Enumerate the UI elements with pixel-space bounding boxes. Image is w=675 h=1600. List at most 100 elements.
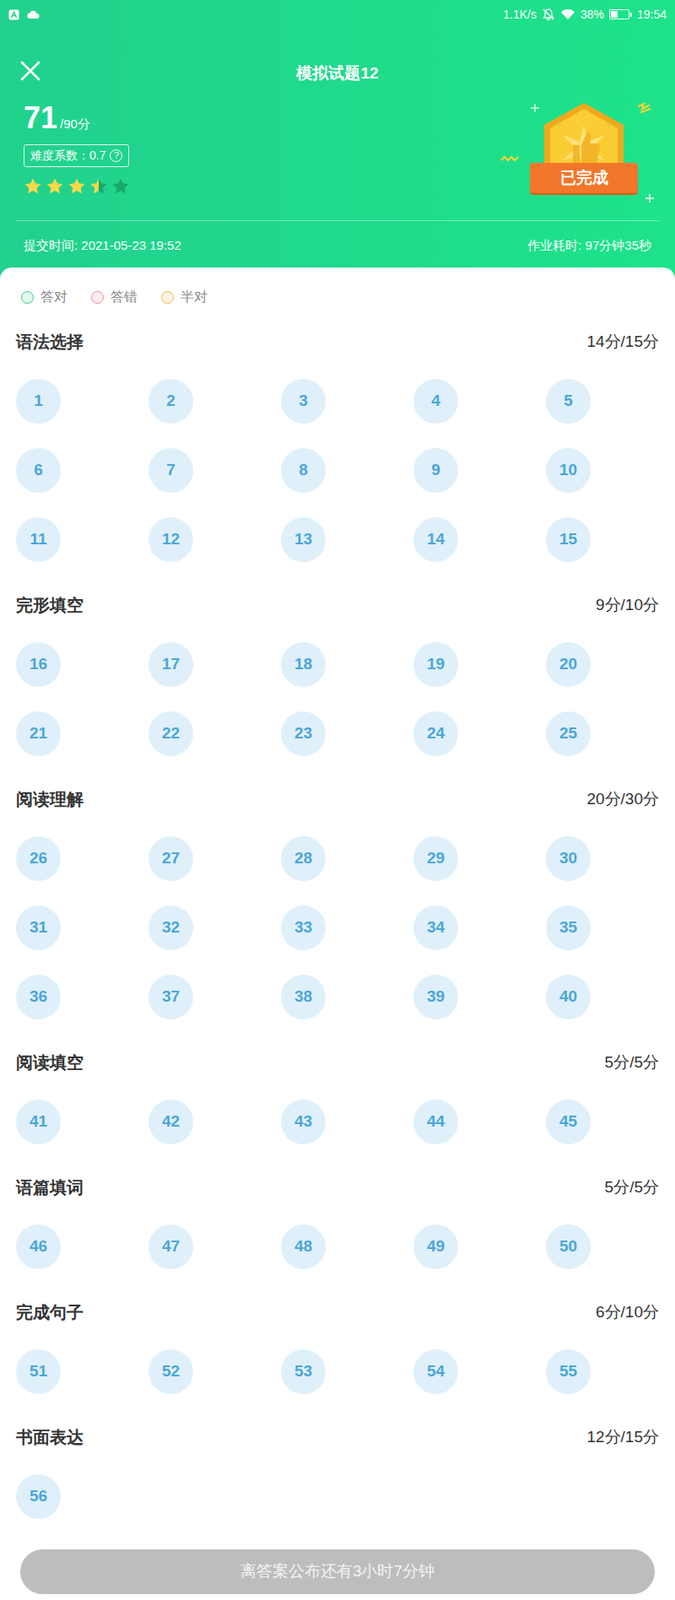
section-score: 12分/15分 xyxy=(586,1426,659,1448)
question-button[interactable]: 18 xyxy=(280,642,326,687)
question-button[interactable]: 26 xyxy=(16,836,61,881)
question-button[interactable]: 43 xyxy=(280,1099,326,1145)
section-title: 语法选择 xyxy=(16,331,84,352)
question-button[interactable]: 33 xyxy=(280,905,326,951)
question-button[interactable]: 23 xyxy=(280,711,326,756)
question-button[interactable]: 53 xyxy=(280,1349,326,1394)
section-score: 5分/5分 xyxy=(604,1052,659,1073)
question-button[interactable]: 47 xyxy=(148,1224,194,1269)
section-title: 语篇填词 xyxy=(16,1177,84,1198)
wifi-icon xyxy=(560,8,576,21)
question-button[interactable]: 16 xyxy=(16,642,61,687)
sparkle-icon xyxy=(637,101,653,115)
question-button[interactable]: 1 xyxy=(16,378,61,424)
close-button[interactable] xyxy=(18,59,43,89)
question-section: 语篇填词5分/5分4647484950 xyxy=(16,1177,659,1269)
section-title: 完成句子 xyxy=(16,1301,84,1323)
sparkle-icon xyxy=(645,194,654,203)
legend-dot xyxy=(21,291,34,304)
section-title: 阅读理解 xyxy=(16,788,84,810)
question-button[interactable]: 41 xyxy=(16,1099,61,1145)
answer-release-button[interactable]: 离答案公布还有3小时7分钟 xyxy=(20,1549,655,1594)
question-button[interactable]: 32 xyxy=(148,905,194,951)
section-score: 9分/10分 xyxy=(595,594,659,616)
help-button[interactable]: ? xyxy=(109,149,123,162)
difficulty-box: 难度系数：0.7? xyxy=(23,144,130,168)
question-button[interactable]: 37 xyxy=(148,974,194,1020)
question-button[interactable]: 14 xyxy=(413,517,459,562)
question-button[interactable]: 11 xyxy=(16,517,61,562)
mute-icon xyxy=(541,7,556,22)
close-icon xyxy=(18,59,43,83)
question-button[interactable]: 30 xyxy=(545,836,591,881)
question-button[interactable]: 7 xyxy=(148,448,194,493)
divider xyxy=(16,220,659,222)
question-button[interactable]: 28 xyxy=(280,836,326,881)
question-button[interactable]: 24 xyxy=(413,711,459,756)
section-score: 6分/10分 xyxy=(595,1301,659,1323)
status-bar: 1.1K/s38%19:54 xyxy=(0,0,675,29)
question-button[interactable]: 12 xyxy=(148,517,194,562)
notification-icon xyxy=(8,9,20,21)
cloud-icon xyxy=(26,9,40,20)
question-button[interactable]: 5 xyxy=(545,378,591,424)
star-icon xyxy=(23,177,43,196)
question-button[interactable]: 8 xyxy=(280,448,326,493)
question-button[interactable]: 56 xyxy=(16,1474,61,1519)
question-button[interactable]: 48 xyxy=(280,1224,326,1269)
question-button[interactable]: 51 xyxy=(16,1349,61,1394)
question-button[interactable]: 10 xyxy=(545,448,591,493)
network-speed: 1.1K/s xyxy=(502,5,537,24)
question-button[interactable]: 36 xyxy=(16,974,61,1020)
question-button[interactable]: 15 xyxy=(545,517,591,562)
question-button[interactable]: 3 xyxy=(280,378,326,424)
submit-time: 提交时间: 2021-05-23 19:52 xyxy=(23,237,182,254)
question-button[interactable]: 46 xyxy=(16,1224,61,1269)
section-title: 阅读填空 xyxy=(16,1052,84,1073)
question-button[interactable]: 20 xyxy=(545,642,591,687)
question-button[interactable]: 21 xyxy=(16,711,61,756)
question-button[interactable]: 39 xyxy=(413,974,459,1020)
star-icon xyxy=(45,177,65,196)
score: 71 xyxy=(23,101,58,135)
legend-item: 半对 xyxy=(161,286,208,308)
question-button[interactable]: 9 xyxy=(413,448,459,493)
question-button[interactable]: 42 xyxy=(148,1099,194,1145)
question-button[interactable]: 29 xyxy=(413,836,459,881)
header: 1.1K/s38%19:54模拟试题1271/90分难度系数：0.7?已完成提交… xyxy=(0,0,675,280)
question-button[interactable]: 2 xyxy=(148,378,194,424)
question-button[interactable]: 22 xyxy=(148,711,194,756)
star-icon xyxy=(89,177,108,196)
legend-dot xyxy=(91,291,104,304)
section-title: 书面表达 xyxy=(16,1426,84,1448)
question-button[interactable]: 44 xyxy=(413,1099,459,1145)
question-button[interactable]: 38 xyxy=(280,974,326,1020)
legend-item: 答错 xyxy=(91,286,138,308)
completed-badge: 已完成 xyxy=(498,101,659,207)
question-button[interactable]: 45 xyxy=(545,1099,591,1145)
question-button[interactable]: 31 xyxy=(16,905,61,951)
clock: 19:54 xyxy=(637,5,667,24)
question-button[interactable]: 54 xyxy=(413,1349,459,1394)
question-button[interactable]: 19 xyxy=(413,642,459,687)
question-button[interactable]: 49 xyxy=(413,1224,459,1269)
question-button[interactable]: 55 xyxy=(545,1349,591,1394)
question-button[interactable]: 40 xyxy=(545,974,591,1020)
battery-track xyxy=(609,9,630,20)
question-button[interactable]: 25 xyxy=(545,711,591,756)
question-button[interactable]: 27 xyxy=(148,836,194,881)
legend: 答对答错半对 xyxy=(16,286,659,308)
question-button[interactable]: 35 xyxy=(545,905,591,951)
question-button[interactable]: 4 xyxy=(413,378,459,424)
question-button[interactable]: 34 xyxy=(413,905,459,951)
question-button[interactable]: 13 xyxy=(280,517,326,562)
question-button[interactable]: 6 xyxy=(16,448,61,493)
question-button[interactable]: 52 xyxy=(148,1349,194,1394)
answer-sheet: 答对答错半对语法选择14分/15分123456789101112131415完形… xyxy=(0,267,675,1600)
star-icon xyxy=(111,177,130,196)
section-score: 14分/15分 xyxy=(586,331,659,352)
question-button[interactable]: 50 xyxy=(545,1224,591,1269)
star-icon xyxy=(67,177,87,196)
star-rating xyxy=(23,177,130,196)
question-button[interactable]: 17 xyxy=(148,642,194,687)
